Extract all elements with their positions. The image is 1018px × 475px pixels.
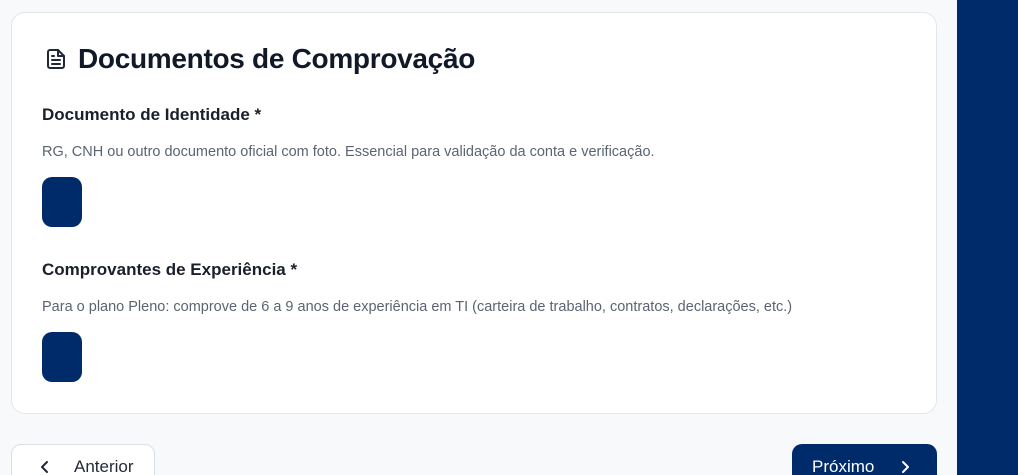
identity-document-field: Documento de Identidade * RG, CNH ou out… bbox=[42, 105, 655, 227]
right-side-panel bbox=[957, 0, 1018, 475]
experience-proof-description: Para o plano Pleno: comprove de 6 a 9 an… bbox=[42, 299, 793, 315]
next-button[interactable]: Próximo bbox=[792, 444, 937, 475]
documents-card: Documentos de Comprovação Documento de I… bbox=[11, 12, 937, 414]
previous-button-label: Anterior bbox=[74, 457, 134, 475]
identity-document-upload-button[interactable] bbox=[42, 177, 82, 227]
next-button-label: Próximo bbox=[812, 457, 875, 475]
card-header: Documentos de Comprovação bbox=[44, 43, 475, 75]
chevron-right-icon bbox=[898, 460, 912, 474]
experience-proof-upload-button[interactable] bbox=[42, 332, 82, 382]
experience-proof-label: Comprovantes de Experiência * bbox=[42, 260, 298, 279]
identity-document-description: RG, CNH ou outro documento oficial com f… bbox=[42, 144, 655, 160]
chevron-left-icon bbox=[38, 460, 52, 474]
previous-button[interactable]: Anterior bbox=[11, 444, 155, 475]
page: Documentos de Comprovação Documento de I… bbox=[0, 0, 1018, 475]
identity-document-label: Documento de Identidade * bbox=[42, 105, 262, 124]
experience-proof-field: Comprovantes de Experiência * Para o pla… bbox=[42, 260, 792, 382]
card-title: Documentos de Comprovação bbox=[78, 43, 476, 74]
document-icon bbox=[44, 47, 68, 71]
